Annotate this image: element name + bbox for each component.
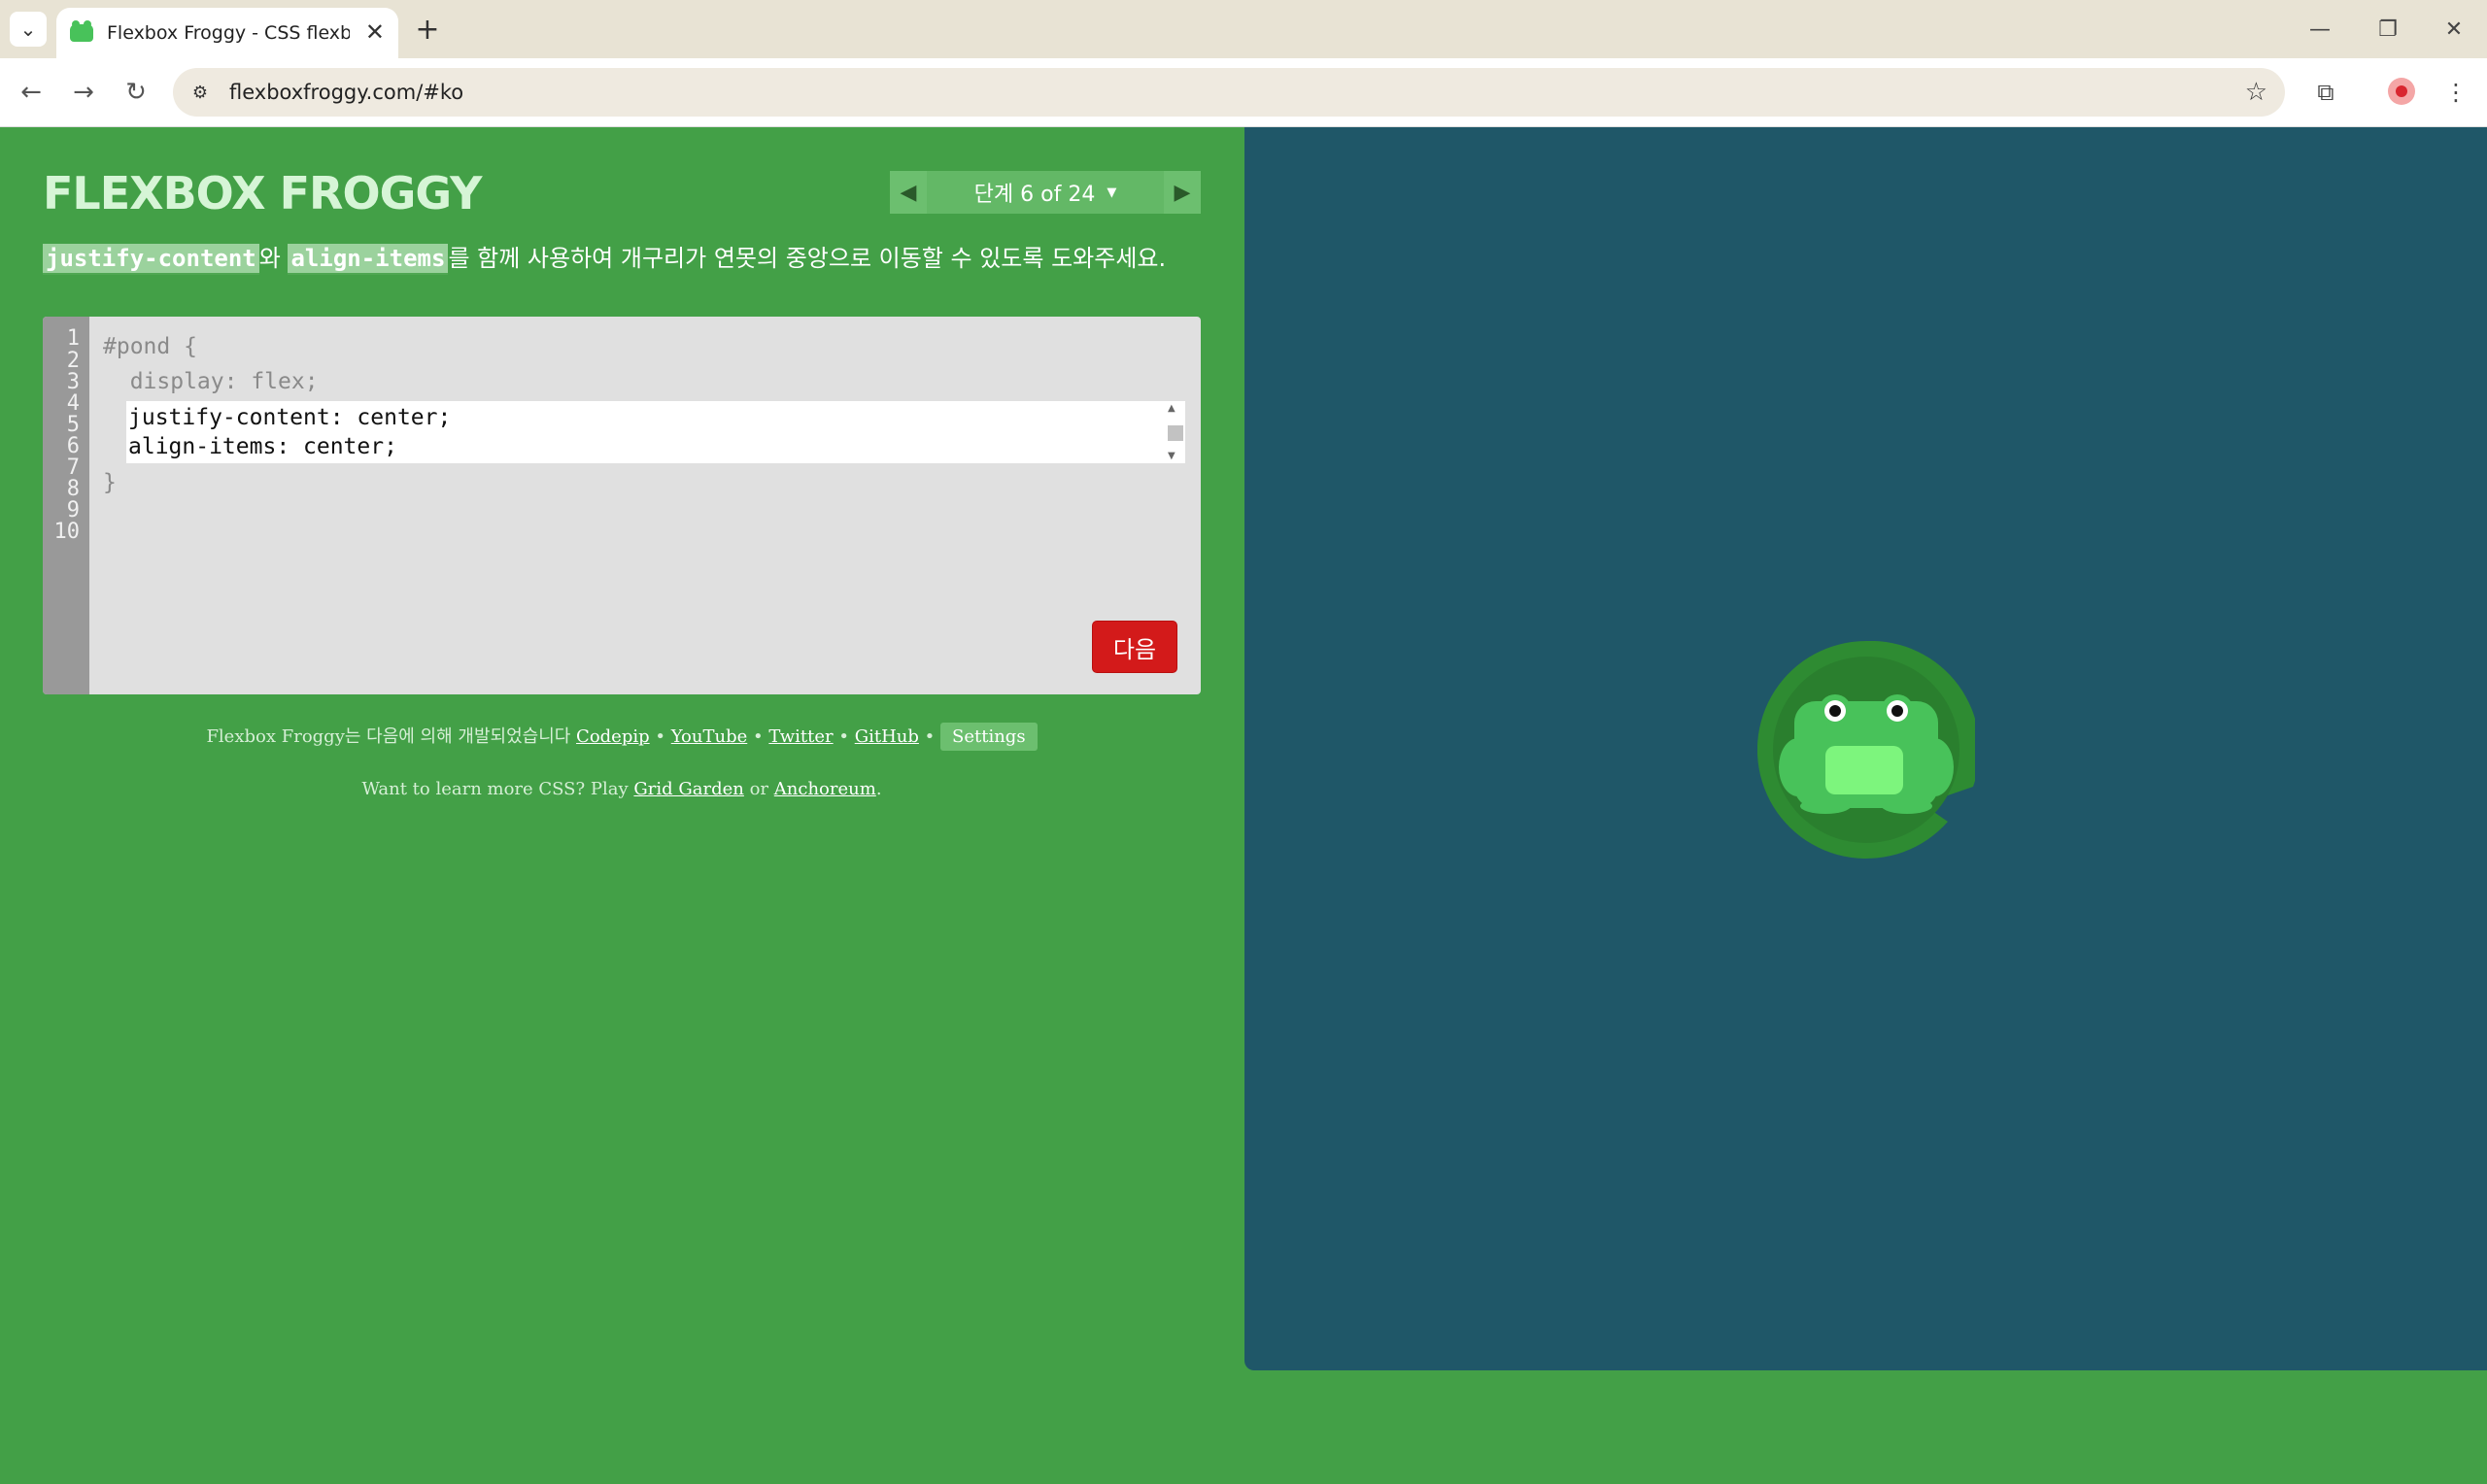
- css-input-line-1[interactable]: justify-content: center;: [128, 405, 451, 430]
- back-arrow-icon[interactable]: ←: [12, 73, 51, 112]
- caret-down-icon: ▼: [1107, 185, 1117, 200]
- code-line-2: display: flex;: [103, 369, 319, 394]
- settings-button[interactable]: Settings: [940, 723, 1038, 751]
- anchoreum-link[interactable]: Anchoreum: [774, 779, 876, 799]
- css-input-line-2[interactable]: align-items: center;: [128, 434, 397, 459]
- scroll-down-icon[interactable]: ▼: [1168, 451, 1175, 461]
- level-indicator[interactable]: 단계 6 of 24 ▼: [927, 171, 1164, 214]
- kebab-menu-icon[interactable]: ⋮: [2436, 73, 2475, 112]
- code-editor: 1 2 3 4 5 6 7 8 9 10 #pond { display: fl…: [43, 317, 1201, 694]
- code-line-5: }: [103, 470, 117, 495]
- credits-prefix: Flexbox Froggy는 다음에 의해 개발되었습니다: [206, 726, 571, 747]
- line-number-gutter: 1 2 3 4 5 6 7 8 9 10: [43, 317, 89, 694]
- tab-title: Flexbox Froggy - CSS flexbox: [107, 22, 350, 44]
- previous-level-icon[interactable]: ◀: [890, 171, 927, 214]
- keyword-justify-content: justify-content: [43, 244, 259, 275]
- instructions-connector: 와: [258, 245, 281, 272]
- more-prefix: Want to learn more CSS? Play: [361, 779, 629, 799]
- more-or: or: [749, 779, 769, 799]
- next-level-icon[interactable]: ▶: [1164, 171, 1201, 214]
- puzzle-icon[interactable]: ⧉: [2306, 73, 2345, 112]
- separator: •: [924, 726, 936, 747]
- reload-icon[interactable]: ↻: [117, 73, 155, 112]
- separator: •: [753, 726, 764, 747]
- youtube-link[interactable]: YouTube: [671, 726, 748, 747]
- minimize-icon[interactable]: —: [2291, 10, 2349, 49]
- separator: •: [655, 726, 665, 747]
- line-number: 1: [66, 326, 80, 351]
- instructions: justify-content 와 align-items 를 함께 사용하여 개구…: [43, 241, 1209, 276]
- frog-favicon-icon: [70, 20, 93, 42]
- url-text[interactable]: flexboxfroggy.com/#ko: [229, 81, 463, 104]
- tab-strip: ⌄ Flexbox Froggy - CSS flexbox ✕ + — ❐ ✕: [0, 0, 2487, 58]
- more-games: Want to learn more CSS? Play Grid Garden…: [0, 779, 1244, 799]
- close-icon[interactable]: ✕: [365, 20, 385, 44]
- chevron-down-icon[interactable]: ⌄: [10, 12, 47, 47]
- frog-icon: [1779, 694, 1954, 814]
- more-suffix: .: [875, 779, 882, 799]
- code-line-1: #pond {: [103, 334, 197, 359]
- twitter-link[interactable]: Twitter: [768, 726, 833, 747]
- scroll-thumb[interactable]: [1168, 425, 1183, 441]
- level-navigation: ◀ 단계 6 of 24 ▼ ▶: [890, 171, 1201, 214]
- plus-icon[interactable]: +: [410, 12, 445, 47]
- restore-icon[interactable]: ❐: [2359, 10, 2417, 49]
- logo: FLEXBOX FROGGY: [43, 167, 482, 219]
- profile-avatar[interactable]: [2388, 78, 2415, 105]
- pond: [1244, 127, 2487, 1370]
- browser-tab[interactable]: Flexbox Froggy - CSS flexbox ✕: [56, 8, 398, 58]
- tune-icon[interactable]: ⚙: [185, 77, 216, 108]
- next-button[interactable]: 다음: [1092, 621, 1177, 673]
- input-scrollbar[interactable]: ▲ ▼: [1164, 403, 1185, 461]
- codepip-link[interactable]: Codepip: [576, 726, 650, 747]
- address-bar[interactable]: ⚙ flexboxfroggy.com/#ko ☆: [173, 68, 2285, 117]
- level-label: 단계 6 of 24: [973, 183, 1096, 207]
- forward-arrow-icon[interactable]: →: [64, 73, 103, 112]
- star-icon[interactable]: ☆: [2245, 78, 2267, 107]
- window-close-icon[interactable]: ✕: [2425, 10, 2483, 49]
- separator: •: [838, 726, 849, 747]
- lilypad-frog: [1757, 641, 1975, 859]
- keyword-align-items: align-items: [288, 244, 449, 275]
- instructions-text: 를 함께 사용하여 개구리가 연못의 중앙으로 이동할 수 있도록 도와주세요.: [448, 245, 1167, 272]
- line-number: 10: [53, 520, 81, 544]
- scroll-up-icon[interactable]: ▲: [1168, 403, 1175, 414]
- credits: Flexbox Froggy는 다음에 의해 개발되었습니다 Codepip •…: [0, 723, 1244, 751]
- browser-toolbar: ← → ↻ ⚙ flexboxfroggy.com/#ko ☆ ⧉ ⋮: [0, 58, 2487, 127]
- grid-garden-link[interactable]: Grid Garden: [633, 779, 743, 799]
- github-link[interactable]: GitHub: [855, 726, 919, 747]
